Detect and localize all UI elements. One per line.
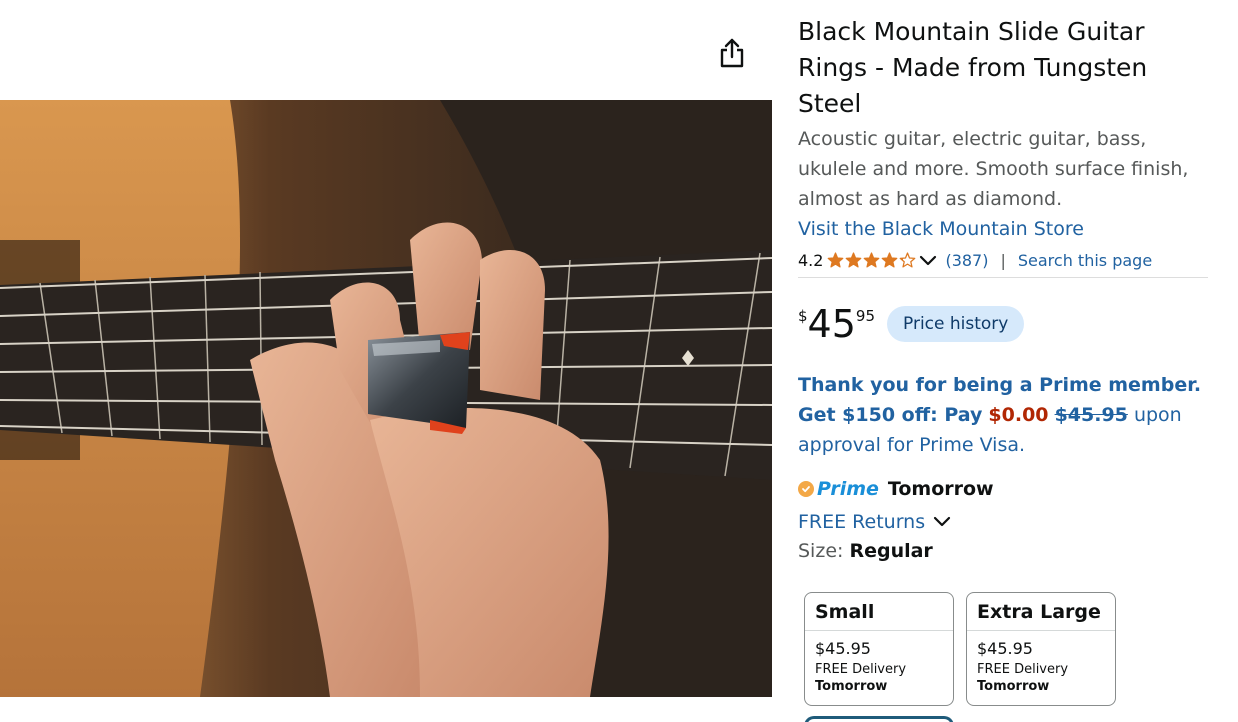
share-icon: [720, 38, 744, 68]
size-option-name: Extra Large: [967, 593, 1115, 631]
size-options: Small $45.95 FREE Delivery Tomorrow Extr…: [804, 592, 1116, 706]
size-option-name: Small: [805, 593, 953, 631]
rating-row: 4.2 (387) | Search this page: [798, 248, 1208, 278]
rating-chevron[interactable]: [919, 255, 937, 267]
prime-offer-approval: approval for Prime Visa.: [798, 434, 1026, 456]
separator: |: [1000, 251, 1006, 270]
prime-visa-offer[interactable]: Thank you for being a Prime member. Get …: [798, 370, 1208, 460]
price-fraction: 95: [855, 307, 875, 325]
star-icon: [882, 252, 898, 268]
size-option-delivery-day: Tomorrow: [977, 679, 1050, 694]
star-icon: [828, 252, 844, 268]
size-option-shipping: FREE Delivery: [977, 662, 1069, 677]
size-option-small[interactable]: Small $45.95 FREE Delivery Tomorrow: [804, 592, 954, 706]
free-returns[interactable]: FREE Returns: [798, 508, 1208, 536]
store-link[interactable]: Visit the Black Mountain Store: [798, 214, 1084, 244]
prime-offer-pay-amount: $0.00: [988, 404, 1049, 426]
chevron-down-icon: [934, 516, 951, 527]
star-icon: [846, 252, 862, 268]
size-option-shipping: FREE Delivery: [815, 662, 907, 677]
price-history-button[interactable]: Price history: [887, 306, 1025, 342]
star-icon: [900, 252, 916, 268]
prime-offer-line1: Thank you for being a Prime member.: [798, 374, 1202, 396]
returns-chevron: [933, 516, 951, 528]
review-count-link[interactable]: (387): [945, 251, 988, 270]
prime-offer-upon: upon: [1133, 404, 1182, 426]
price-whole: 45: [807, 302, 856, 346]
prime-check-icon: [798, 481, 814, 497]
size-option-selected-partial[interactable]: [804, 716, 954, 722]
star-rating[interactable]: [827, 252, 917, 269]
size-label: Size:: [798, 540, 844, 562]
size-selected: Regular: [849, 540, 933, 562]
price-symbol: $: [798, 307, 808, 325]
prime-badge: Prime: [798, 478, 879, 500]
delivery-row: Prime Tomorrow: [798, 476, 1208, 502]
product-subtitle: Acoustic guitar, electric guitar, bass, …: [798, 128, 1189, 210]
product-info: Black Mountain Slide Guitar Rings - Made…: [798, 14, 1208, 568]
star-icon: [864, 252, 880, 268]
price: $ 45 95: [798, 302, 875, 346]
rating-value: 4.2: [798, 251, 824, 270]
size-option-delivery-day: Tomorrow: [815, 679, 888, 694]
prime-offer-get-off: Get $150 off: Pay: [798, 404, 983, 426]
delivery-day: Tomorrow: [887, 478, 994, 500]
prime-label: Prime: [817, 478, 879, 500]
product-image[interactable]: [0, 100, 772, 697]
size-option-extra-large[interactable]: Extra Large $45.95 FREE Delivery Tomorro…: [966, 592, 1116, 706]
free-returns-label: FREE Returns: [798, 511, 926, 533]
search-this-page-link[interactable]: Search this page: [1018, 251, 1152, 270]
product-title: Black Mountain Slide Guitar Rings - Made…: [798, 17, 1148, 118]
chevron-down-icon: [920, 255, 937, 265]
prime-offer-old-amount: $45.95: [1054, 404, 1128, 426]
share-button[interactable]: [716, 36, 748, 70]
price-row: $ 45 95 Price history: [798, 294, 1208, 354]
size-selector-label: Size: Regular: [798, 540, 1208, 568]
size-option-price: $45.95: [977, 639, 1033, 658]
size-option-price: $45.95: [815, 639, 871, 658]
